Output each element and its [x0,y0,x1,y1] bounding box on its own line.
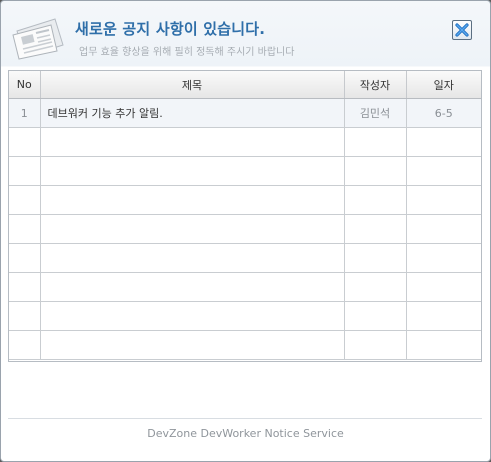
empty-row [9,214,481,244]
table-header-row: No 제목 작성자 일자 [9,71,481,99]
notice-grid: No 제목 작성자 일자 1 데브워커 기능 추가 알림. 김민석 6-5 [8,70,482,362]
empty-row [9,330,481,360]
empty-row [9,301,481,331]
cell-no: 1 [9,98,41,128]
notice-subtitle: 업무 효율 향상을 위해 필히 정독해 주시기 바랍니다 [79,47,295,58]
empty-row [9,272,481,302]
empty-row [9,127,481,157]
empty-row [9,185,481,215]
empty-row [9,156,481,186]
notice-window: 새로운 공지 사항이 있습니다. 업무 효율 향상을 위해 필히 정독해 주시기… [0,0,491,462]
footer-text: DevZone DevWorker Notice Service [147,427,344,440]
empty-row [9,243,481,273]
column-header-date[interactable]: 일자 [406,71,481,99]
footer-divider [8,418,482,419]
column-header-title[interactable]: 제목 [40,71,345,99]
column-header-no[interactable]: No [9,71,41,99]
notice-title: 새로운 공지 사항이 있습니다. [75,20,266,38]
close-x-icon [455,23,469,37]
table-row[interactable]: 1 데브워커 기능 추가 알림. 김민석 6-5 [9,98,481,128]
notice-table: No 제목 작성자 일자 1 데브워커 기능 추가 알림. 김민석 6-5 [9,71,481,360]
newspaper-icon [11,15,67,61]
cell-title[interactable]: 데브워커 기능 추가 알림. [40,98,345,128]
cell-author: 김민석 [344,98,407,128]
cell-date: 6-5 [406,98,481,128]
close-button[interactable] [452,20,472,40]
column-header-author[interactable]: 작성자 [344,71,407,99]
notice-header: 새로운 공지 사항이 있습니다. 업무 효율 향상을 위해 필히 정독해 주시기… [1,1,490,67]
